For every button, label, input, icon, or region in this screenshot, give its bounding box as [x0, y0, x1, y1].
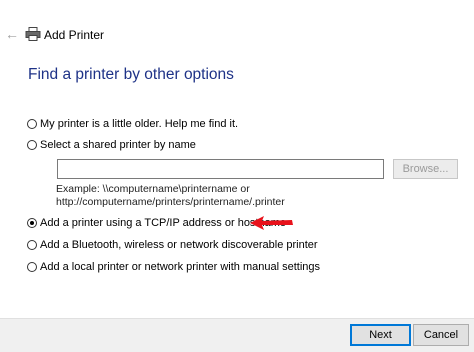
window-title: Add Printer [44, 28, 105, 42]
radio-older-printer[interactable] [27, 119, 37, 129]
example-line-2: http://computername/printers/printername… [56, 195, 285, 208]
option-local-printer[interactable]: Add a local printer or network printer w… [27, 259, 320, 275]
red-arrow-icon [250, 216, 293, 230]
example-line-1: Example: \\computername\printername or [56, 183, 250, 195]
option-shared-printer[interactable]: Select a shared printer by name [27, 137, 196, 153]
example-text: Example: \\computername\printername or h… [56, 183, 285, 208]
radio-shared-printer[interactable] [27, 140, 37, 150]
option-local-printer-label: Add a local printer or network printer w… [40, 261, 321, 273]
option-bluetooth-label: Add a Bluetooth, wireless or network dis… [40, 239, 318, 251]
radio-bluetooth[interactable] [27, 240, 37, 250]
page-heading: Find a printer by other options [28, 66, 234, 83]
shared-printer-name-input[interactable] [57, 159, 384, 179]
browse-button[interactable]: Browse... [393, 159, 458, 179]
back-arrow-icon[interactable]: ← [5, 27, 19, 41]
option-older-printer[interactable]: My printer is a little older. Help me fi… [27, 116, 238, 132]
next-button[interactable]: Next [350, 324, 411, 346]
radio-tcpip[interactable] [27, 218, 37, 228]
option-shared-printer-label: Select a shared printer by name [40, 139, 196, 151]
printer-icon [25, 27, 41, 41]
option-bluetooth[interactable]: Add a Bluetooth, wireless or network dis… [27, 237, 318, 253]
title-bar: ← Add Printer [0, 0, 474, 50]
option-tcpip[interactable]: Add a printer using a TCP/IP address or … [27, 215, 286, 231]
radio-local-printer[interactable] [27, 262, 37, 272]
option-older-printer-label: My printer is a little older. Help me fi… [40, 118, 239, 130]
cancel-button[interactable]: Cancel [413, 324, 469, 346]
